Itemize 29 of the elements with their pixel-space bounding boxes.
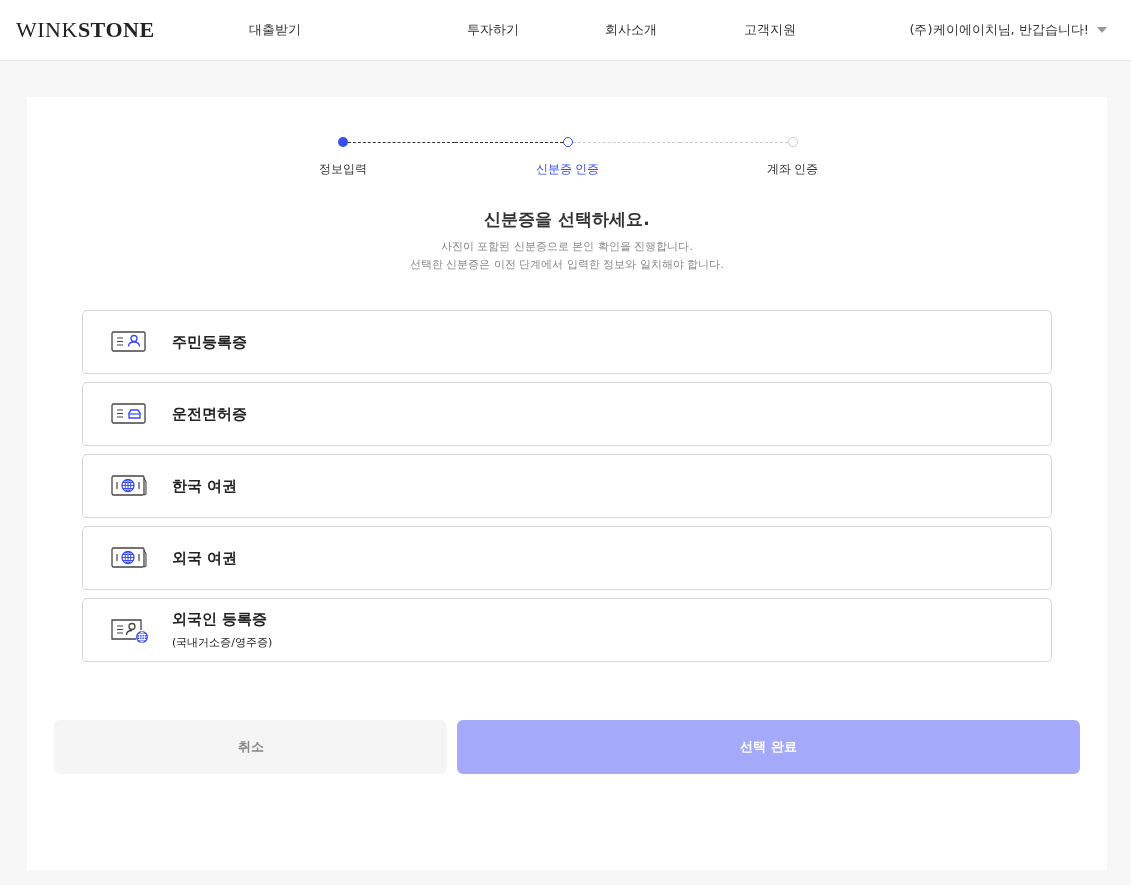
id-option[interactable]: 한국 여권 (82, 454, 1052, 518)
option-label: 외국 여권 (172, 548, 238, 568)
step-label: 정보입력 (318, 161, 367, 178)
id-option[interactable]: 외국 여권 (82, 526, 1052, 590)
option-label: 운전면허증 (172, 404, 247, 424)
step-label: 계좌 인증 (766, 161, 819, 178)
nav-link[interactable]: 투자하기 (467, 21, 519, 39)
description-text: 사진이 포함된 신분증으로 본인 확인을 진행합니다. (440, 239, 694, 255)
id-option[interactable]: 운전면허증 (82, 382, 1052, 446)
id-option[interactable]: 외국인 등록증 (국내거소증/영주증) (82, 598, 1052, 662)
option-sublabel: (국내거소증/영주증) (172, 635, 273, 650)
id-card-icon (111, 329, 148, 355)
id-card-globe-icon (111, 617, 148, 643)
passport-globe-icon (111, 545, 148, 571)
caret-icon (1097, 27, 1107, 33)
description-text: 선택한 신분증은 이전 단계에서 입력한 정보와 일치해야 합니다. (409, 257, 725, 273)
nav-link[interactable]: 고객지원 (744, 21, 796, 39)
user-menu[interactable]: (주)케이에이치님, 반갑습니다! (909, 21, 1107, 39)
passport-globe-icon (111, 473, 148, 499)
license-card-icon (111, 401, 148, 427)
option-label: 주민등록증 (172, 332, 247, 352)
page-title: 신분증을 선택하세요. (483, 208, 651, 231)
option-label: 한국 여권 (172, 476, 238, 496)
step-label: 신분증 인증 (535, 161, 600, 178)
id-option[interactable]: 주민등록증 (82, 310, 1052, 374)
nav-link[interactable]: 회사소개 (605, 21, 657, 39)
nav-link[interactable]: 대출받기 (249, 21, 301, 39)
logo[interactable]: WINKSTONE (16, 17, 152, 43)
option-label: 외국인 등록증 (172, 610, 269, 629)
